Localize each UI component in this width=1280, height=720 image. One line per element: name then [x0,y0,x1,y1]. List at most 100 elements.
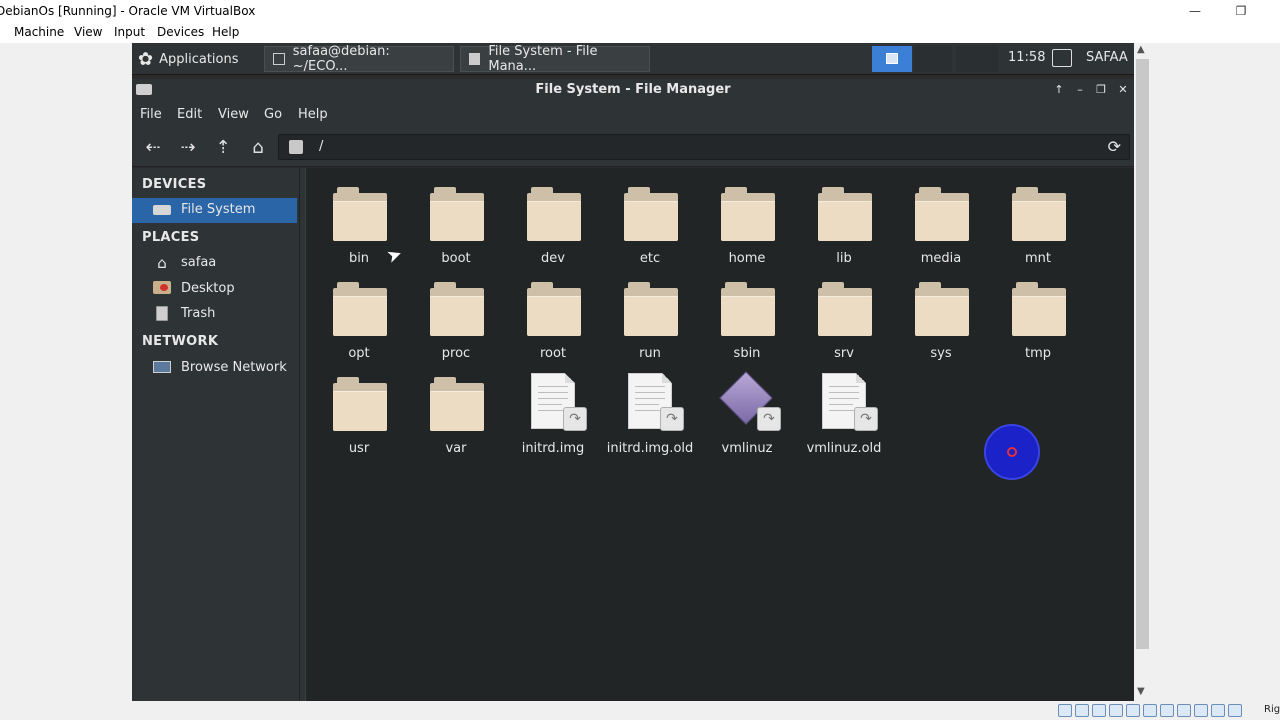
file-item-label: dev [541,251,565,266]
optical-drive-icon[interactable] [1075,704,1089,717]
taskbar-terminal-label: safaa@debian: ~/ECO... [292,44,390,74]
menu-edit[interactable]: Edit [177,107,202,122]
file-item-var[interactable]: var [408,373,504,461]
file-item-lib[interactable]: lib [796,183,892,271]
window-maximize-icon[interactable]: ❐ [1094,83,1108,97]
vm-display[interactable]: ✿ Applications safaa@debian: ~/ECO... Fi… [132,43,1134,701]
file-item-mnt[interactable]: mnt [990,183,1086,271]
panel-user[interactable]: SAFAA [1086,50,1128,65]
scroll-up-icon[interactable]: ▲ [1137,44,1145,55]
window-minimize-icon[interactable]: – [1073,83,1087,97]
file-item-label: lib [836,251,852,266]
file-item-sbin[interactable]: sbin [699,278,795,366]
vm-scrollbar[interactable]: ▲ ▼ [1134,43,1151,701]
folder-icon [624,187,678,241]
workspace-2[interactable] [914,46,952,72]
sidebar-item-label: safaa [181,255,217,270]
file-item-label: opt [348,346,370,361]
host-menu-input[interactable]: Input [114,22,145,43]
host-window-title: DebianOs [Running] - Oracle VM VirtualBo… [0,4,256,18]
folder-icon [527,282,581,336]
sidebar-item-browse-network[interactable]: Browse Network [132,356,297,381]
file-item-label: sys [930,346,952,361]
symlink-arrow-icon: ↷ [854,407,878,431]
file-item-srv[interactable]: srv [796,278,892,366]
file-item-vmlinuz[interactable]: ↷ vmlinuz [699,371,795,461]
network-adapter-icon[interactable] [1109,704,1123,717]
menu-file[interactable]: File [140,107,162,122]
file-item-root[interactable]: root [505,278,601,366]
display-icon[interactable] [1160,704,1174,717]
side-pane: DEVICES File System PLACES ⌂ safaa Deskt… [132,168,300,701]
file-item-label: root [539,346,567,361]
reload-icon[interactable]: ⟳ [1108,137,1121,156]
network-header: NETWORK [142,334,219,349]
file-item-tmp[interactable]: tmp [990,278,1086,366]
menu-go[interactable]: Go [264,107,282,122]
file-item-vmlinuz-old[interactable]: ↷ vmlinuz.old [796,373,892,461]
panel-clock[interactable]: 11:58 [1008,50,1045,65]
scrollbar-thumb[interactable] [1136,59,1149,649]
keyboard-icon[interactable] [1228,704,1242,717]
menu-view[interactable]: View [218,107,249,122]
sidebar-item-trash[interactable]: Trash [132,302,297,327]
file-item-opt[interactable]: opt [311,278,407,366]
location-bar[interactable]: / ⟳ [278,134,1130,160]
file-item-initrd-img[interactable]: ↷ initrd.img [505,373,601,461]
back-arrow-icon[interactable]: ⇠ [141,136,165,160]
file-item-label: mnt [1025,251,1051,266]
file-item-label: run [639,346,661,361]
file-item-dev[interactable]: dev [505,183,601,271]
location-drive-icon [289,140,303,154]
workspace-1[interactable] [872,46,912,72]
window-close-icon[interactable]: ✕ [1116,83,1130,97]
sidebar-item-desktop[interactable]: Desktop [132,277,297,302]
network-status-icon[interactable] [1052,49,1072,67]
sidebar-item-label: Browse Network [181,360,287,375]
window-title-bar[interactable]: File System - File Manager ↑ – ❐ ✕ [132,79,1134,101]
taskbar-file-manager[interactable]: File System - File Mana... [460,44,650,74]
up-arrow-icon[interactable]: ⇡ [211,136,235,160]
taskbar-terminal[interactable]: safaa@debian: ~/ECO... [264,44,454,74]
window-up-icon[interactable]: ↑ [1052,83,1066,97]
sidebar-item-file-system[interactable]: File System [132,198,297,223]
sidebar-item-safaa[interactable]: ⌂ safaa [132,251,297,276]
file-item-label: media [920,251,962,266]
file-item-label: home [728,251,766,266]
host-menu-view[interactable]: View [74,22,102,43]
file-item-home[interactable]: home [699,183,795,271]
hard-disk-icon[interactable] [1058,704,1072,717]
network-icon [152,360,172,377]
folder-icon [818,187,872,241]
shared-folders-icon[interactable] [1143,704,1157,717]
sidebar-item-label: Trash [181,306,216,321]
file-item-usr[interactable]: usr [311,373,407,461]
symlink-arrow-icon: ↷ [563,407,587,431]
audio-icon[interactable] [1092,704,1106,717]
file-item-proc[interactable]: proc [408,278,504,366]
host-menu-machine[interactable]: Machine [14,22,64,43]
file-item-initrd-img-old[interactable]: ↷ initrd.img.old [602,373,698,461]
menu-help[interactable]: Help [298,107,328,122]
usb-icon[interactable] [1126,704,1140,717]
recording-icon[interactable] [1177,704,1191,717]
cpu-icon[interactable] [1194,704,1208,717]
forward-arrow-icon[interactable]: ⇢ [176,136,200,160]
taskbar-file-manager-label: File System - File Mana... [488,44,598,74]
host-menu-help[interactable]: Help [212,22,239,43]
file-item-run[interactable]: run [602,278,698,366]
applications-menu-button[interactable]: ✿ Applications [138,47,239,71]
mouse-integration-icon[interactable] [1211,704,1225,717]
file-item-label: proc [441,346,471,361]
minimize-button[interactable]: — [1172,0,1218,22]
file-item-etc[interactable]: etc [602,183,698,271]
home-button-icon[interactable]: ⌂ [246,136,270,160]
restore-button[interactable]: ❐ [1218,0,1264,22]
file-item-media[interactable]: media [893,183,989,271]
workspace-3[interactable] [956,46,998,72]
file-item-boot[interactable]: boot [408,183,504,271]
scroll-down-icon[interactable]: ▼ [1137,686,1145,697]
symlink-arrow-icon: ↷ [757,407,781,431]
file-item-sys[interactable]: sys [893,278,989,366]
host-menu-devices[interactable]: Devices [157,22,204,43]
